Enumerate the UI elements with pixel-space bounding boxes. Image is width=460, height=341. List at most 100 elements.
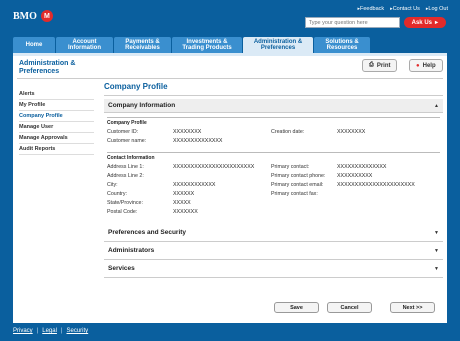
- field-value: XXXXXXXXXXXX: [173, 182, 216, 188]
- sidebar-item-my-profile[interactable]: My Profile: [19, 100, 94, 111]
- bmo-logo[interactable]: BMO M: [13, 10, 53, 22]
- save-label: Save: [290, 304, 303, 311]
- info-row: Customer ID: XXXXXXXX Creation date: XXX…: [107, 129, 440, 138]
- sidebar-item-manage-approvals[interactable]: Manage Approvals: [19, 133, 94, 144]
- log-out-link[interactable]: Log Out: [426, 6, 448, 12]
- contact-information-box: Contact Information Address Line 1: XXXX…: [107, 152, 440, 218]
- separator: |: [36, 328, 39, 334]
- tab-label: Information: [68, 45, 101, 51]
- info-row: Postal Code: XXXXXXX: [107, 209, 440, 218]
- section-heading: Administrators: [108, 247, 155, 254]
- divider: [17, 78, 443, 79]
- sidebar-nav: Alerts My Profile Company Profile Manage…: [19, 89, 94, 155]
- sidebar-item-alerts[interactable]: Alerts: [19, 89, 94, 100]
- help-button[interactable]: ● Help: [409, 59, 443, 72]
- content-area: Company Profile Company Information ▲ Co…: [104, 82, 443, 278]
- field-label: Customer name:: [107, 138, 147, 144]
- help-label: Help: [422, 62, 436, 69]
- administrators-header[interactable]: Administrators ▼: [104, 242, 443, 260]
- field-label: Creation date:: [271, 129, 305, 135]
- section-heading: Preferences and Security: [108, 229, 187, 236]
- company-information-header[interactable]: Company Information ▲: [104, 99, 443, 113]
- field-label: Primary contact:: [271, 164, 310, 170]
- contact-us-link[interactable]: Contact Us: [390, 6, 420, 12]
- tab-label: Preferences: [260, 45, 296, 51]
- footer: Privacy | Legal | Security: [13, 328, 88, 334]
- field-value: XXXXXXXX: [173, 129, 202, 135]
- chevron-up-icon: ▲: [434, 102, 439, 109]
- info-row: State/Province: XXXXX: [107, 200, 440, 209]
- feedback-link[interactable]: Feedback: [358, 6, 384, 12]
- save-button[interactable]: Save: [274, 302, 319, 313]
- privacy-link[interactable]: Privacy: [13, 328, 33, 334]
- tab-home[interactable]: Home: [13, 37, 55, 53]
- section-heading: Company Information: [108, 102, 176, 109]
- field-label: Primary contact fax:: [271, 191, 318, 197]
- tab-label: Receivables: [125, 45, 160, 51]
- legal-link[interactable]: Legal: [42, 328, 57, 334]
- box-title: Contact Information: [107, 155, 155, 161]
- info-row: Address Line 2: Primary contact phone: X…: [107, 173, 440, 182]
- info-row: Country: XXXXXX Primary contact fax:: [107, 191, 440, 200]
- tab-account-information[interactable]: Account Information: [56, 37, 113, 53]
- field-value: XXXXXXXXXXXXXX: [337, 164, 387, 170]
- security-link[interactable]: Security: [66, 328, 88, 334]
- info-row: Customer name: XXXXXXXXXXXXXX: [107, 138, 440, 147]
- field-value: XXXXXXXXXXXXXX: [173, 138, 223, 144]
- tab-payments-receivables[interactable]: Payments & Receivables: [114, 37, 171, 53]
- cancel-label: Cancel: [340, 304, 359, 311]
- field-label: City:: [107, 182, 118, 188]
- field-label: Primary contact email:: [271, 182, 324, 188]
- field-value: XXXXX: [173, 200, 191, 206]
- field-value: XXXXXX: [173, 191, 195, 197]
- next-label: Next >>: [402, 304, 423, 311]
- field-label: Country:: [107, 191, 128, 197]
- sidebar-item-audit-reports[interactable]: Audit Reports: [19, 144, 94, 155]
- preferences-security-header[interactable]: Preferences and Security ▼: [104, 224, 443, 242]
- box-title: Company Profile: [107, 120, 147, 126]
- header: BMO M Feedback Contact Us Log Out Ask Us…: [0, 0, 460, 36]
- print-button[interactable]: ⎙ Print: [362, 59, 398, 72]
- field-value: XXXXXXXX: [337, 129, 366, 135]
- search-bar: Ask Us ▸: [304, 17, 446, 28]
- next-button[interactable]: Next >>: [390, 302, 435, 313]
- tab-label: Home: [25, 42, 43, 48]
- field-label: Address Line 1:: [107, 164, 144, 170]
- services-header[interactable]: Services ▼: [104, 260, 443, 278]
- divider: [104, 95, 443, 96]
- tab-solutions-resources[interactable]: Solutions & Resources: [314, 37, 370, 53]
- field-value: XXXXXXX: [173, 209, 198, 215]
- chevron-down-icon: ▼: [434, 229, 439, 236]
- chevron-down-icon: ▼: [434, 265, 439, 272]
- field-label: State/Province:: [107, 200, 143, 206]
- top-links: Feedback Contact Us Log Out: [358, 6, 448, 12]
- help-icon: ●: [416, 62, 420, 69]
- chevron-right-icon: ▸: [434, 20, 438, 26]
- sidebar-item-company-profile[interactable]: Company Profile: [19, 111, 94, 122]
- section-title: Administration & Preferences: [19, 60, 76, 75]
- main-nav: Home Account Information Payments & Receiv…: [13, 37, 370, 53]
- brand-name: BMO: [13, 10, 37, 22]
- company-profile-box: Company Profile Customer ID: XXXXXXXX Cr…: [107, 117, 440, 147]
- cancel-button[interactable]: Cancel: [327, 302, 372, 313]
- ask-us-button[interactable]: Ask Us ▸: [403, 17, 446, 28]
- field-value: [173, 173, 271, 182]
- field-label: Customer ID:: [107, 129, 139, 135]
- tab-administration-preferences[interactable]: Administration & Preferences: [243, 37, 313, 53]
- main-panel: Administration & Preferences ⎙ Print ● H…: [13, 56, 447, 323]
- tab-label: Resources: [326, 45, 358, 51]
- section-heading: Services: [108, 265, 135, 272]
- page-title: Company Profile: [104, 82, 168, 91]
- printer-icon: ⎙: [369, 62, 374, 68]
- chevron-down-icon: ▼: [434, 247, 439, 254]
- roundel-icon: M: [40, 10, 53, 22]
- field-label: Address Line 2:: [107, 173, 144, 179]
- info-row: City: XXXXXXXXXXXX Primary contact email…: [107, 182, 440, 191]
- tab-investments-trading[interactable]: Investments & Trading Products: [172, 37, 242, 53]
- print-label: Print: [376, 62, 391, 69]
- tab-label: Trading Products: [182, 45, 232, 51]
- ask-us-label: Ask Us: [411, 19, 432, 26]
- search-input[interactable]: [304, 17, 400, 28]
- sidebar-item-manage-user[interactable]: Manage User: [19, 122, 94, 133]
- field-label: Postal Code:: [107, 209, 138, 215]
